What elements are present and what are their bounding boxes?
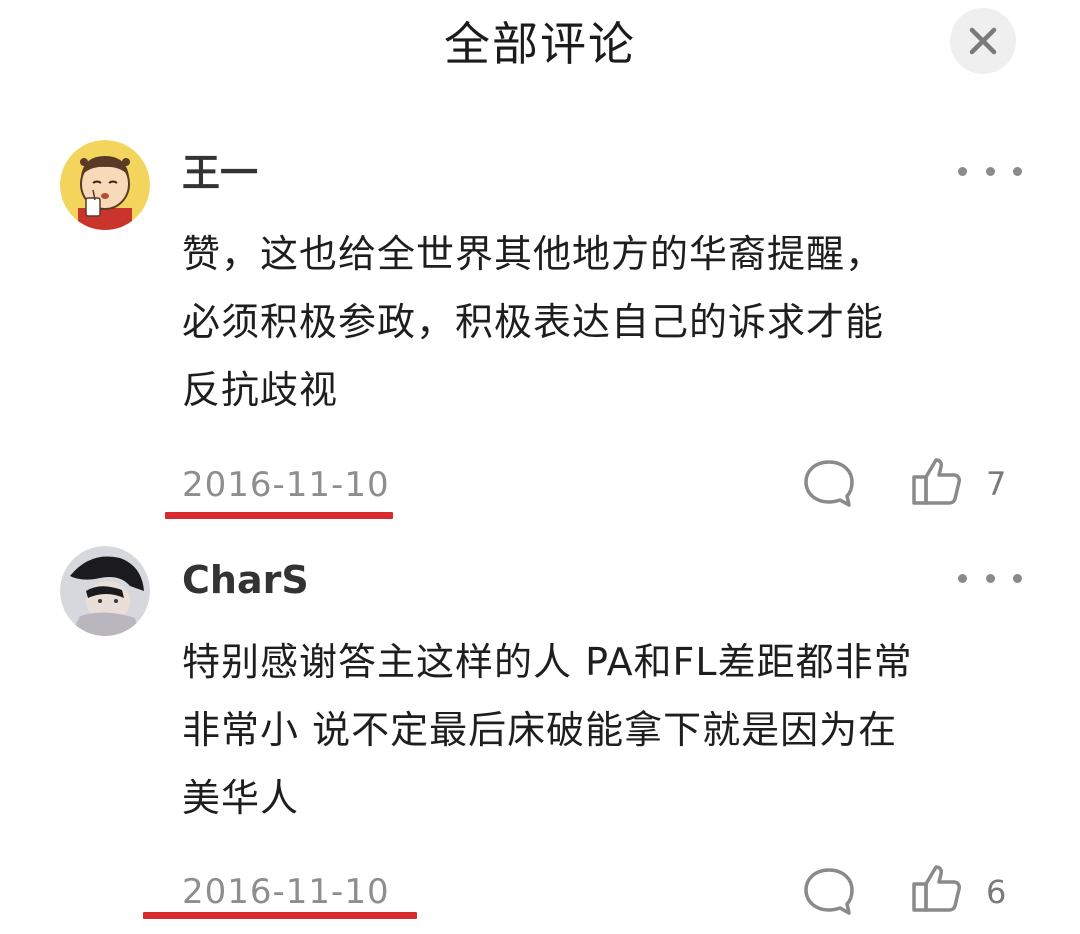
comment-line: 非常小 说不定最后床破能拿下就是因为在 <box>182 708 898 752</box>
more-dot <box>958 166 967 176</box>
more-options-button[interactable] <box>958 563 1022 593</box>
more-dot <box>1013 166 1022 176</box>
page-title: 全部评论 <box>444 17 636 71</box>
username[interactable]: 王一 <box>182 148 258 198</box>
avatar[interactable] <box>60 140 150 230</box>
comment-date: 2016-11-10 <box>182 872 390 912</box>
header: 全部评论 <box>0 0 1080 100</box>
comment-text: 特别感谢答主这样的人 PA和FL差距都非常 非常小 说不定最后床破能拿下就是因为… <box>182 628 1032 832</box>
like-count: 7 <box>986 465 1007 503</box>
photo-avatar-icon <box>60 546 150 636</box>
avatar[interactable] <box>60 546 150 636</box>
close-icon <box>969 27 997 55</box>
like-button[interactable] <box>910 862 964 916</box>
comment-line: 赞，这也给全世界其他地方的华裔提醒， <box>182 232 885 276</box>
thumbs-up-icon <box>912 458 961 505</box>
like-count: 6 <box>986 873 1007 911</box>
more-dot <box>985 166 995 176</box>
close-button[interactable] <box>950 8 1016 74</box>
reply-button[interactable] <box>802 866 856 916</box>
comment-bubble-icon <box>804 868 854 915</box>
comment-line: 美华人 <box>182 776 300 820</box>
comment-line: 反抗歧视 <box>182 368 339 412</box>
red-underline <box>143 912 417 919</box>
more-options-button[interactable] <box>958 156 1022 186</box>
more-dot <box>985 573 995 583</box>
like-button[interactable] <box>910 455 964 509</box>
comment-line: 特别感谢答主这样的人 PA和FL差距都非常 <box>182 640 913 684</box>
red-underline <box>165 512 393 519</box>
comment-date: 2016-11-10 <box>182 465 390 505</box>
more-dot <box>958 573 967 583</box>
cartoon-boy-avatar-icon <box>60 140 150 230</box>
reply-button[interactable] <box>802 458 856 508</box>
comment-line: 必须积极参政，积极表达自己的诉求才能 <box>182 300 885 344</box>
more-dot <box>1013 573 1022 583</box>
thumbs-up-icon <box>912 865 961 912</box>
username[interactable]: CharS <box>182 555 309 605</box>
comment-bubble-icon <box>804 460 854 507</box>
comment-text: 赞，这也给全世界其他地方的华裔提醒， 必须积极参政，积极表达自己的诉求才能 反抗… <box>182 220 1032 424</box>
